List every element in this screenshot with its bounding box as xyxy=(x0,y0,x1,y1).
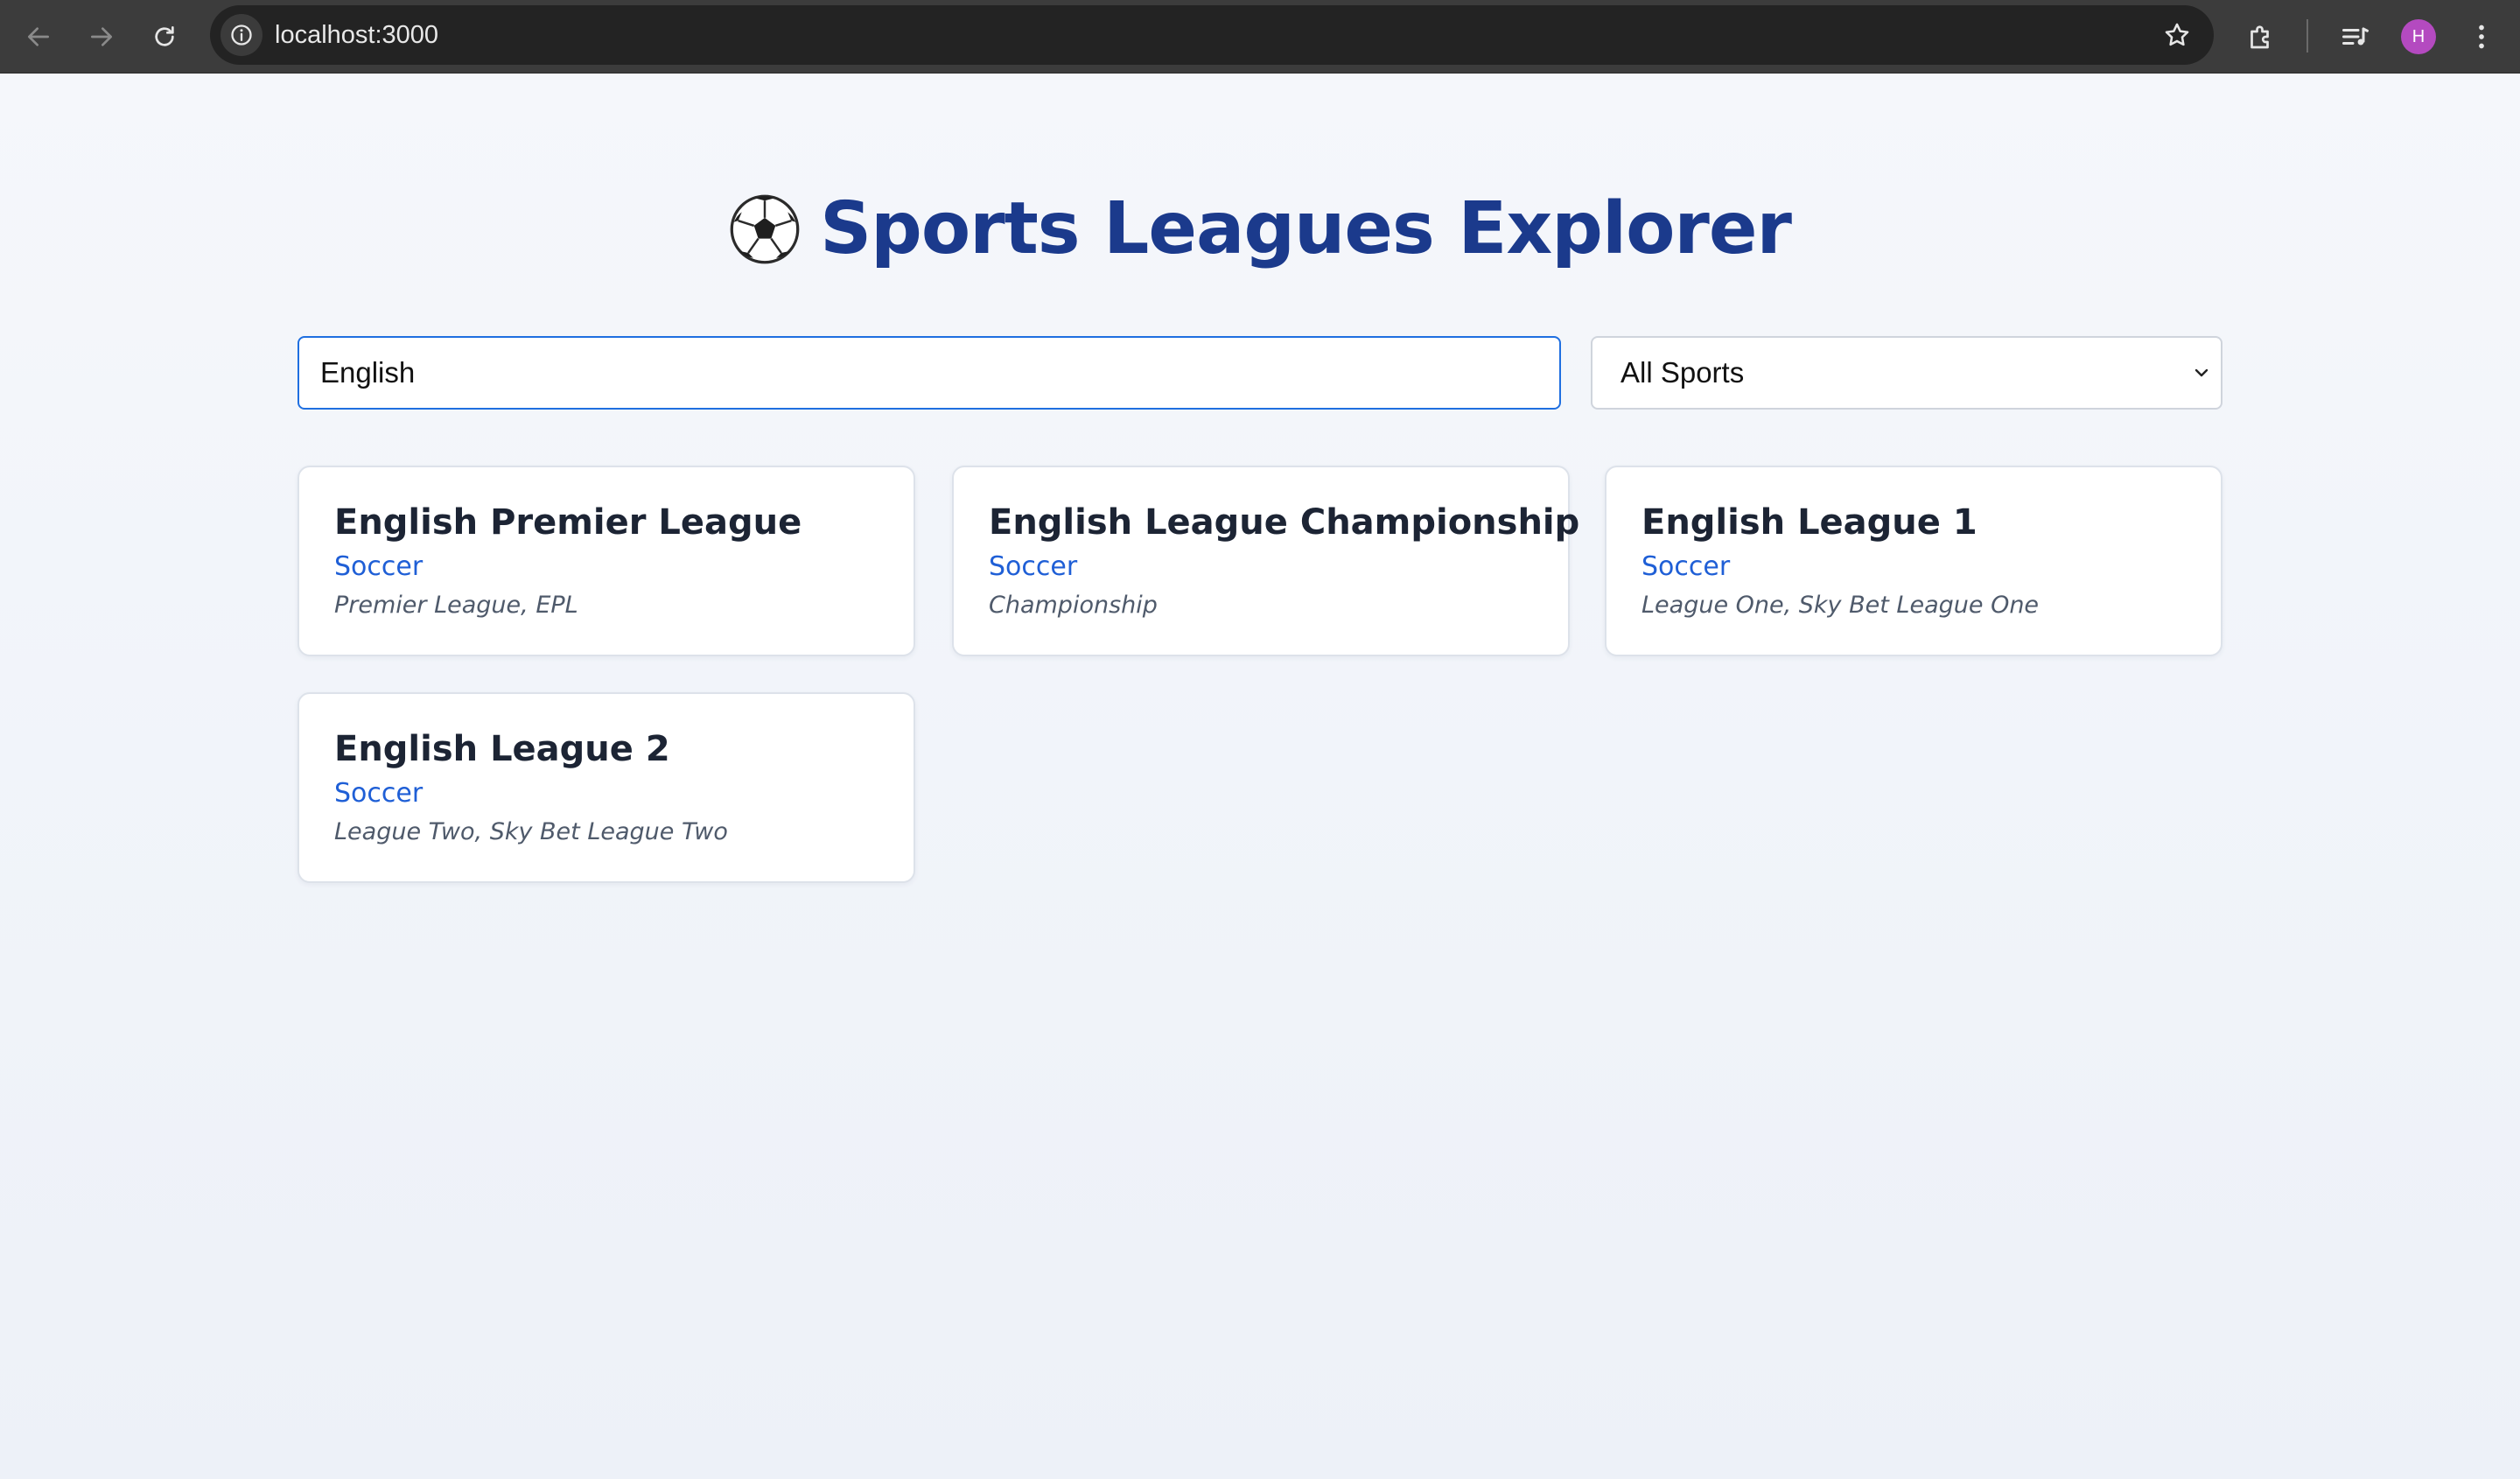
league-sport: Soccer xyxy=(1642,551,1731,582)
league-name: English League Championship xyxy=(989,502,1580,543)
reload-icon xyxy=(155,26,174,46)
chevron-down-icon xyxy=(2194,368,2208,377)
extensions-button[interactable] xyxy=(2236,12,2286,61)
site-info-button[interactable] xyxy=(220,14,262,56)
address-bar[interactable]: localhost:3000 xyxy=(210,5,2214,65)
back-arrow-icon xyxy=(28,27,49,46)
page-content: Sports Leagues Explorer All Sports Engli… xyxy=(0,74,2520,1479)
browser-toolbar: localhost:3000 H xyxy=(0,0,2520,74)
kebab-menu-icon xyxy=(2479,25,2484,49)
sport-filter-select[interactable]: All Sports xyxy=(1591,336,2222,410)
league-sport: Soccer xyxy=(989,551,1078,582)
url-text[interactable]: localhost:3000 xyxy=(275,5,438,65)
league-alternate-names: Championship xyxy=(989,592,1158,619)
media-queue-icon xyxy=(2342,27,2369,46)
league-card[interactable]: English League Championship Soccer Champ… xyxy=(952,466,1579,656)
league-card[interactable]: English League 1 Soccer League One, Sky … xyxy=(1605,466,2222,656)
star-icon xyxy=(2165,23,2189,46)
league-card[interactable]: English Premier League Soccer Premier Le… xyxy=(298,466,915,656)
league-sport: Soccer xyxy=(334,778,424,809)
search-input[interactable] xyxy=(298,336,1561,410)
reload-button[interactable] xyxy=(142,14,187,60)
page-title-text: Sports Leagues Explorer xyxy=(820,187,1792,270)
league-alternate-names: League Two, Sky Bet League Two xyxy=(334,818,728,845)
league-card[interactable]: English League 2 Soccer League Two, Sky … xyxy=(298,692,915,883)
league-name: English Premier League xyxy=(334,502,802,543)
browser-menu-button[interactable] xyxy=(2457,12,2506,61)
toolbar-divider xyxy=(2306,19,2308,53)
league-alternate-names: Premier League, EPL xyxy=(334,592,578,619)
sport-filter-value: All Sports xyxy=(1620,356,1745,389)
profile-avatar[interactable]: H xyxy=(2401,19,2436,54)
league-alternate-names: League One, Sky Bet League One xyxy=(1642,592,2040,619)
league-name: English League 2 xyxy=(334,729,670,769)
bookmark-button[interactable] xyxy=(2158,16,2196,54)
page-title: Sports Leagues Explorer xyxy=(729,187,1792,270)
league-sport: Soccer xyxy=(334,551,424,582)
soccer-ball-icon xyxy=(730,194,800,263)
puzzle-icon xyxy=(2250,25,2269,49)
back-button[interactable] xyxy=(16,14,61,60)
title-row: Sports Leagues Explorer xyxy=(0,187,2520,270)
media-controls-button[interactable] xyxy=(2331,12,2380,61)
league-name: English League 1 xyxy=(1642,502,1978,543)
forward-arrow-icon xyxy=(91,27,112,46)
forward-button[interactable] xyxy=(79,14,124,60)
info-icon xyxy=(231,25,252,46)
